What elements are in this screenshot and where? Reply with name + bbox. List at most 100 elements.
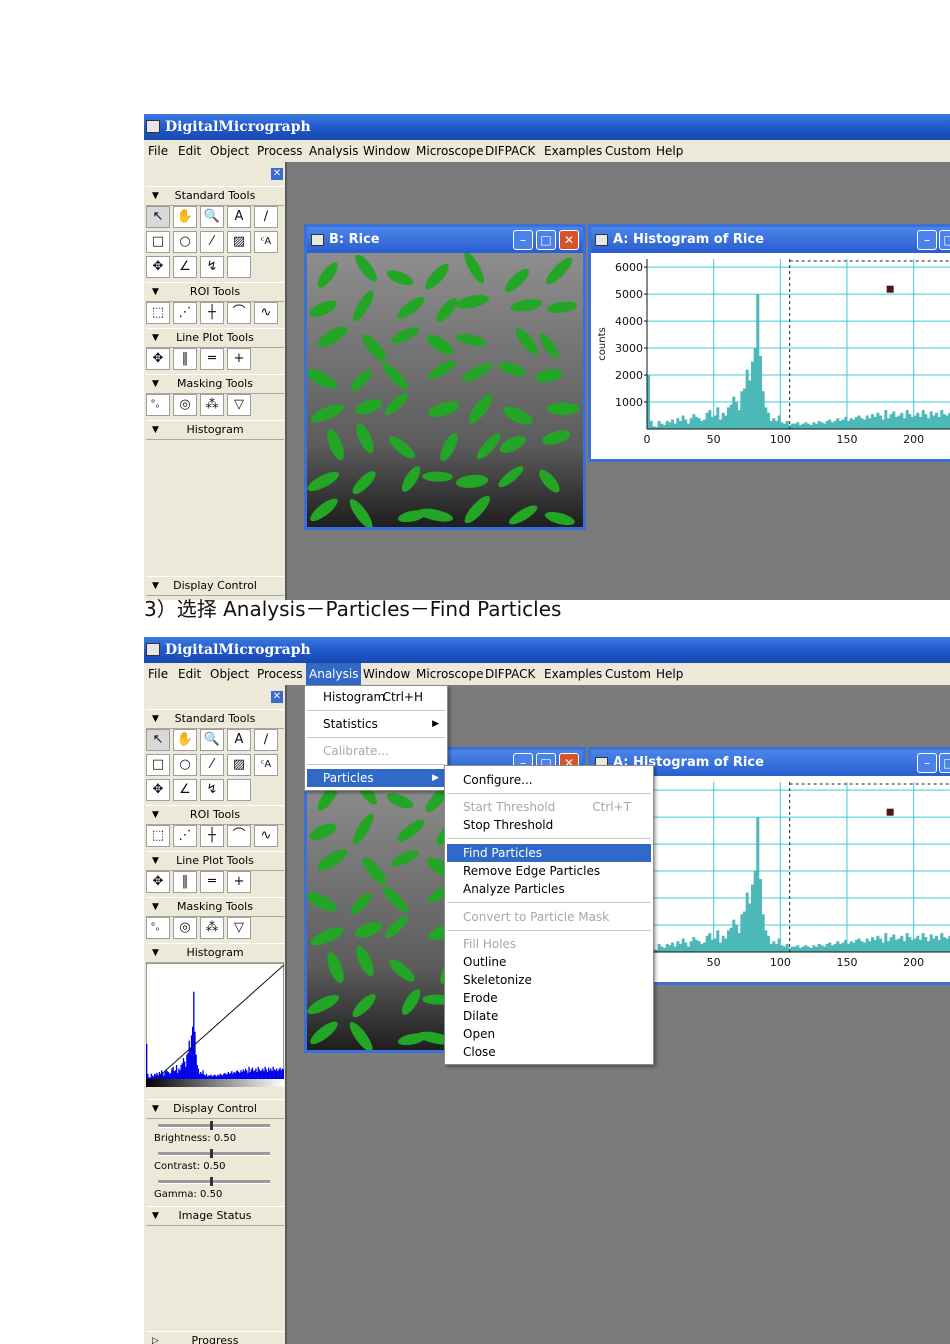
angle-tool-icon[interactable]: ∠ [173, 256, 197, 278]
lasso-tool-icon[interactable]: ↯ [200, 779, 224, 801]
roi-closed-curve-icon[interactable]: ⌒ [227, 825, 251, 847]
section-standard-tools[interactable]: ▼ Standard Tools [146, 709, 284, 729]
text-tool-icon[interactable]: A [227, 729, 251, 751]
lineplot-move-icon[interactable]: ✥ [146, 348, 170, 370]
menu-process[interactable]: Process [254, 140, 306, 162]
rectangle-tool-icon[interactable]: □ [146, 754, 170, 776]
lineplot-move-icon[interactable]: ✥ [146, 871, 170, 893]
mask-wedge-icon[interactable]: ▽ [227, 917, 251, 939]
section-progress[interactable]: ▷ Progress [146, 1331, 284, 1344]
menu-item-open[interactable]: Open [447, 1025, 651, 1043]
section-display-control[interactable]: ▼ Display Control [146, 1099, 284, 1119]
contrast-slider[interactable] [158, 1149, 270, 1158]
lasso-tool-icon[interactable]: ↯ [200, 256, 224, 278]
menu-item-stop-threshold[interactable]: Stop Threshold [447, 816, 651, 834]
wand-tool-icon[interactable]: ⁄ [200, 754, 224, 776]
lineplot-horizontal-icon[interactable]: ═ [200, 871, 224, 893]
pointer-tool-icon[interactable]: ↖ [146, 206, 170, 228]
menu-edit[interactable]: Edit [175, 140, 204, 162]
section-line-plot-tools[interactable]: ▼ Line Plot Tools [146, 851, 284, 871]
lineplot-plus-icon[interactable]: + [227, 871, 251, 893]
slider-knob[interactable] [210, 1177, 213, 1186]
palette-histogram-plot[interactable] [146, 963, 284, 1087]
oval-tool-icon[interactable]: ○ [173, 231, 197, 253]
menu-item-configure[interactable]: Configure... [447, 771, 651, 789]
maximize-icon[interactable]: □ [536, 230, 556, 250]
mask-ring-icon[interactable]: ◎ [173, 917, 197, 939]
menu-item-erode[interactable]: Erode [447, 989, 651, 1007]
section-standard-tools[interactable]: ▼ Standard Tools [146, 186, 284, 206]
minimize-icon[interactable]: – [513, 230, 533, 250]
line-tool-icon[interactable]: ∕ [254, 206, 278, 228]
menu-examples[interactable]: Examples [541, 140, 605, 162]
calibration-tool-icon[interactable]: ᶜA [254, 231, 278, 253]
menu-help[interactable]: Help [653, 663, 686, 685]
roi-line-icon[interactable]: ⋰ [173, 825, 197, 847]
hand-tool-icon[interactable]: ✋ [173, 729, 197, 751]
brightness-slider[interactable] [158, 1121, 270, 1130]
close-icon[interactable]: ✕ [559, 230, 579, 250]
rice-image-window[interactable]: B: Rice – □ ✕ [304, 224, 586, 530]
section-histogram[interactable]: ▼ Histogram [146, 943, 284, 963]
roi-rect-icon[interactable]: ⬚ [146, 825, 170, 847]
menu-item-find-particles[interactable]: Find Particles [447, 844, 651, 862]
menu-microscope[interactable]: Microscope [413, 663, 487, 685]
histogram-window-titlebar[interactable]: A: Histogram of Rice [591, 227, 950, 253]
menu-edit[interactable]: Edit [175, 663, 204, 685]
menu-examples[interactable]: Examples [541, 663, 605, 685]
menu-item-close[interactable]: Close [447, 1043, 651, 1061]
slider-knob[interactable] [210, 1121, 213, 1130]
menu-item-outline[interactable]: Outline [447, 953, 651, 971]
lineplot-horizontal-icon[interactable]: ═ [200, 348, 224, 370]
menu-item-histogram[interactable]: Histogram Ctrl+H [307, 688, 445, 706]
roi-open-curve-icon[interactable]: ∿ [254, 302, 278, 324]
lineplot-vertical-icon[interactable]: ‖ [173, 348, 197, 370]
lineplot-vertical-icon[interactable]: ‖ [173, 871, 197, 893]
menu-item-dilate[interactable]: Dilate [447, 1007, 651, 1025]
text-tool-icon[interactable]: A [227, 206, 251, 228]
menu-item-particles[interactable]: Particles ▶ [307, 769, 445, 787]
roi-closed-curve-icon[interactable]: ⌒ [227, 302, 251, 324]
minimize-icon[interactable]: – [917, 753, 937, 773]
palette-close-icon[interactable]: ✕ [271, 168, 283, 180]
angle-tool-icon[interactable]: ∠ [173, 779, 197, 801]
line-tool-icon[interactable]: ∕ [254, 729, 278, 751]
roi-open-curve-icon[interactable]: ∿ [254, 825, 278, 847]
section-image-status[interactable]: ▼ Image Status [146, 1206, 284, 1226]
menu-item-skeletonize[interactable]: Skeletonize [447, 971, 651, 989]
menu-analysis[interactable]: Analysis [306, 663, 362, 685]
mask-ring-icon[interactable]: ◎ [173, 394, 197, 416]
menu-difpack[interactable]: DIFPACK [482, 140, 538, 162]
menu-microscope[interactable]: Microscope [413, 140, 487, 162]
mask-wedge-icon[interactable]: ▽ [227, 394, 251, 416]
roi-line-icon[interactable]: ⋰ [173, 302, 197, 324]
section-display-control[interactable]: ▼ Display Control [146, 576, 284, 596]
menu-item-remove-edge-particles[interactable]: Remove Edge Particles [447, 862, 651, 880]
roi-rect-icon[interactable]: ⬚ [146, 302, 170, 324]
maximize-icon[interactable]: □ [939, 753, 950, 773]
maximize-icon[interactable]: □ [939, 230, 950, 250]
section-masking-tools[interactable]: ▼ Masking Tools [146, 897, 284, 917]
zoom-tool-icon[interactable]: 🔍 [200, 729, 224, 751]
wand-tool-icon[interactable]: ⁄ [200, 231, 224, 253]
gamma-slider[interactable] [158, 1177, 270, 1186]
section-histogram[interactable]: ▼ Histogram [146, 420, 284, 440]
oval-tool-icon[interactable]: ○ [173, 754, 197, 776]
menu-analysis[interactable]: Analysis [306, 140, 361, 162]
profile-tool-icon[interactable]: ▨ [227, 754, 251, 776]
roi-point-icon[interactable]: ┼ [200, 825, 224, 847]
section-roi-tools[interactable]: ▼ ROI Tools [146, 282, 284, 302]
menu-item-analyze-particles[interactable]: Analyze Particles [447, 880, 651, 898]
calibration-tool-icon[interactable]: ᶜA [254, 754, 278, 776]
zoom-tool-icon[interactable]: 🔍 [200, 206, 224, 228]
menu-help[interactable]: Help [653, 140, 686, 162]
mask-spot-icon[interactable]: °。 [146, 394, 170, 416]
lineplot-plus-icon[interactable]: + [227, 348, 251, 370]
menu-item-statistics[interactable]: Statistics ▶ [307, 715, 445, 733]
section-masking-tools[interactable]: ▼ Masking Tools [146, 374, 284, 394]
menu-difpack[interactable]: DIFPACK [482, 663, 538, 685]
crosshair-tool-icon[interactable]: ✥ [146, 779, 170, 801]
palette-close-icon[interactable]: ✕ [271, 691, 283, 703]
menu-object[interactable]: Object [207, 663, 252, 685]
mask-spot-icon[interactable]: °。 [146, 917, 170, 939]
